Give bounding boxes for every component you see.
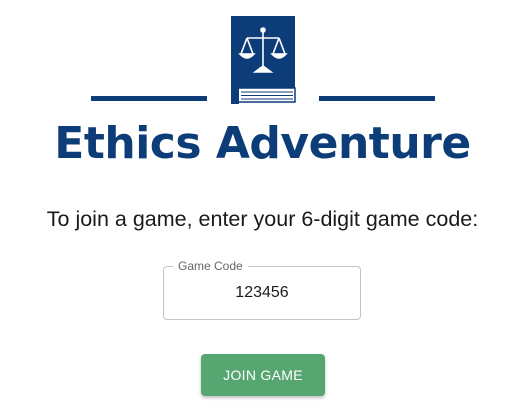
join-instruction: To join a game, enter your 6-digit game … — [46, 207, 479, 231]
logo-divider-left — [91, 96, 207, 101]
logo-divider-right — [319, 96, 435, 101]
ethics-adventure-logo: Ethics Adventure — [0, 0, 525, 175]
join-game-button[interactable]: JOIN GAME — [201, 354, 325, 396]
book-with-scales-icon — [231, 16, 296, 104]
game-code-input[interactable] — [164, 267, 360, 319]
game-code-field[interactable]: Game Code — [163, 259, 361, 320]
join-game-page: Ethics Adventure To join a game, enter y… — [0, 0, 525, 419]
brand-title: Ethics Adventure — [54, 118, 471, 169]
